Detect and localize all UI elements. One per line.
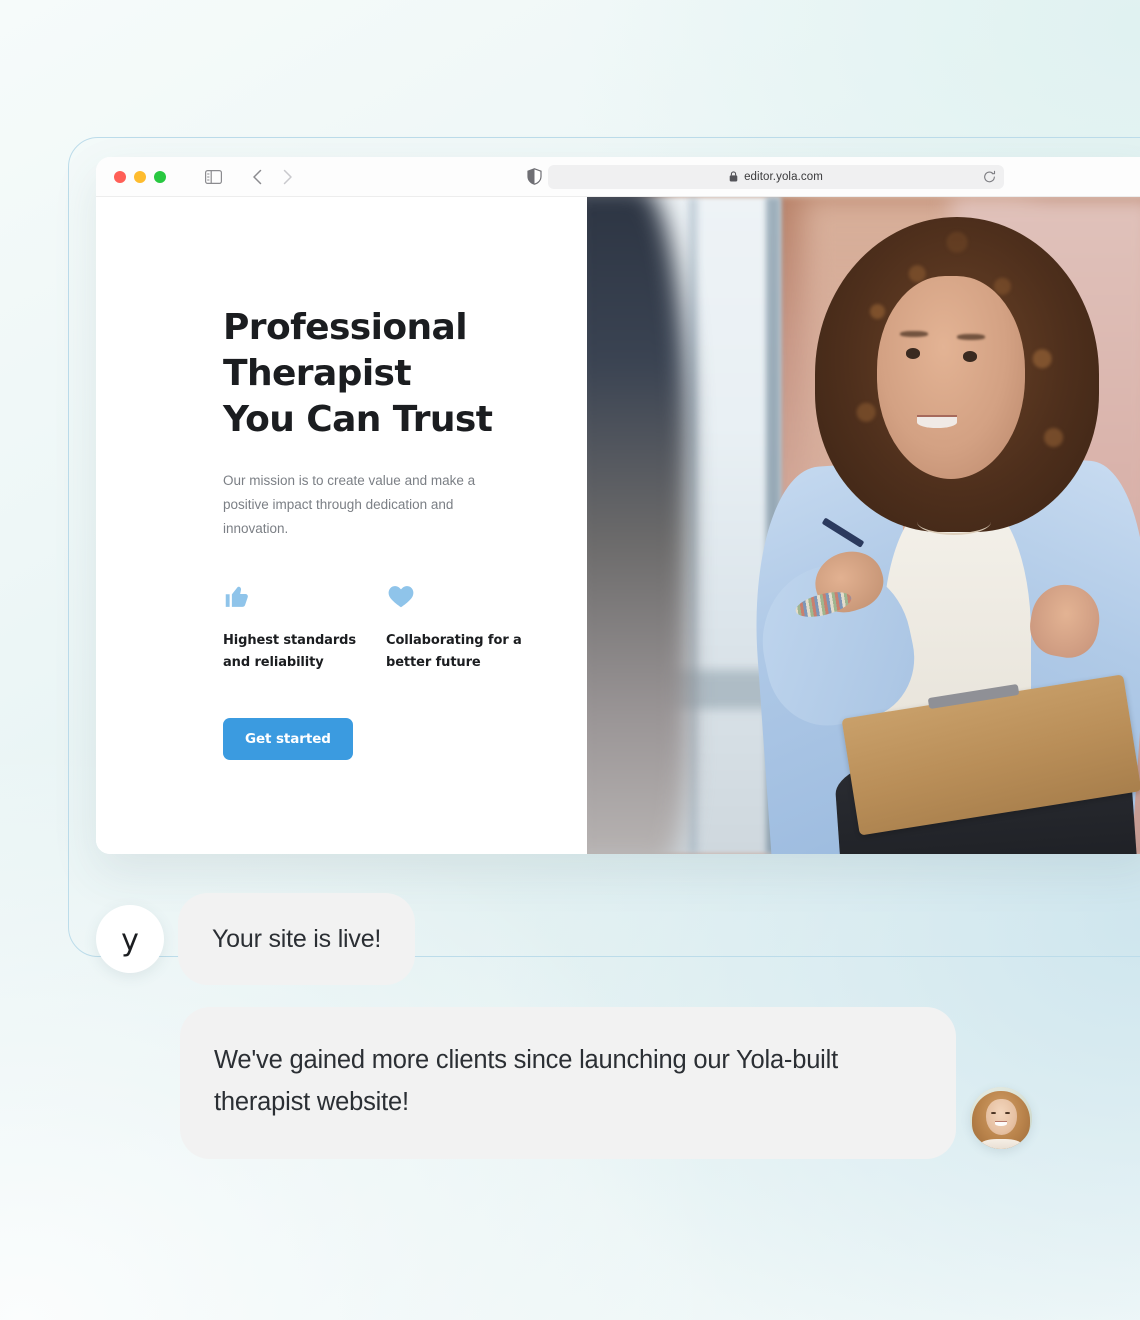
get-started-button[interactable]: Get started <box>223 718 353 760</box>
avatar <box>970 1087 1032 1149</box>
browser-window: editor.yola.com Professional Therapist Y… <box>96 157 1140 854</box>
site-preview: Professional Therapist You Can Trust Our… <box>96 197 1140 854</box>
yola-logo-letter: y <box>121 923 139 958</box>
feature-item-collaborating: Collaborating for a better future <box>386 581 549 674</box>
close-window-button[interactable] <box>114 170 126 183</box>
sidebar-toggle-icon[interactable] <box>200 164 226 190</box>
reload-icon[interactable] <box>983 170 996 183</box>
hero-photo <box>587 197 1140 854</box>
chat-row-site-live: y Your site is live! <box>0 893 1140 985</box>
url-text: editor.yola.com <box>744 170 823 183</box>
navigation-buttons[interactable] <box>244 164 300 190</box>
yola-logo-avatar: y <box>96 905 164 973</box>
hero-subtitle: Our mission is to create value and make … <box>223 473 476 536</box>
chat-row-testimonial: We've gained more clients since launchin… <box>0 1007 1140 1159</box>
hero-text-column: Professional Therapist You Can Trust Our… <box>96 197 587 854</box>
chat-bubble-testimonial: We've gained more clients since launchin… <box>180 1007 956 1159</box>
feature-item-standards: Highest standards and reliability <box>223 581 386 674</box>
minimize-window-button[interactable] <box>134 170 146 183</box>
shield-icon[interactable] <box>521 164 547 190</box>
lock-icon <box>729 171 738 182</box>
window-controls[interactable] <box>114 170 166 183</box>
feature-list: Highest standards and reliability Collab… <box>223 581 587 674</box>
chevron-right-icon[interactable] <box>274 164 300 190</box>
chat-bubble-site-live: Your site is live! <box>178 893 416 985</box>
browser-toolbar: editor.yola.com <box>96 157 1140 197</box>
address-bar[interactable]: editor.yola.com <box>548 164 1004 189</box>
page-title: Professional Therapist You Can Trust <box>223 307 493 440</box>
chat-section: y Your site is live! We've gained more c… <box>0 893 1140 1159</box>
page-root: editor.yola.com Professional Therapist Y… <box>0 0 1140 1320</box>
feature-label: Highest standards and reliability <box>223 633 357 670</box>
maximize-window-button[interactable] <box>154 170 166 183</box>
feature-label: Collaborating for a better future <box>386 633 522 670</box>
heart-icon <box>386 581 549 611</box>
thumbs-up-icon <box>223 581 386 611</box>
chevron-left-icon[interactable] <box>244 164 270 190</box>
